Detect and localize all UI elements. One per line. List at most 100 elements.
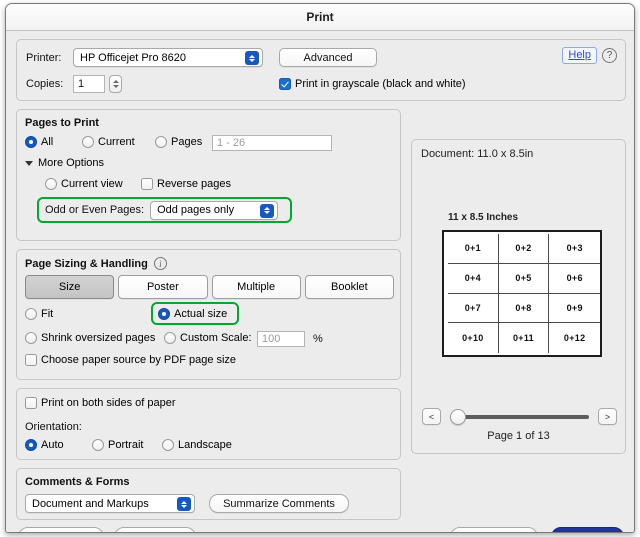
- pages-option-current[interactable]: Current: [82, 136, 135, 148]
- shrink-oversized-radio[interactable]: Shrink oversized pages: [25, 332, 155, 344]
- next-page-button[interactable]: >: [598, 408, 617, 425]
- preview-cell: 0+4: [448, 263, 499, 294]
- segment-booklet-label: Booklet: [331, 281, 368, 293]
- odd-even-highlight: Odd or Even Pages: Odd pages only: [37, 197, 292, 223]
- custom-scale-input[interactable]: 100: [257, 331, 305, 347]
- printer-label: Printer:: [26, 51, 62, 64]
- pages-option-all[interactable]: All: [25, 136, 53, 148]
- page-slider[interactable]: [450, 408, 589, 425]
- actual-size-radio[interactable]: Actual size: [158, 307, 227, 320]
- page-setup-button[interactable]: Page Setup...: [18, 527, 104, 533]
- page-range-placeholder: 1 - 26: [217, 137, 246, 149]
- chevron-updown-icon: [245, 51, 259, 65]
- copies-input-value: 1: [78, 78, 85, 90]
- print-button[interactable]: Print: [551, 527, 624, 532]
- duplex-orientation-group: Print on both sides of paper Orientation…: [16, 388, 401, 460]
- fit-label: Fit: [41, 308, 54, 320]
- more-options-label: More Options: [38, 157, 105, 169]
- paper-source-checkbox[interactable]: Choose paper source by PDF page size: [25, 354, 236, 366]
- custom-scale-radio[interactable]: Custom Scale:: [164, 332, 252, 344]
- help-link[interactable]: Help: [562, 47, 597, 64]
- radio-icon: [164, 332, 176, 344]
- pages-option-current-label: Current: [98, 136, 135, 148]
- more-options-disclosure[interactable]: More Options: [25, 157, 104, 169]
- document-size-label: Document: 11.0 x 8.5in: [421, 148, 534, 160]
- segment-size-label: Size: [58, 281, 81, 293]
- pages-option-pages[interactable]: Pages: [155, 136, 202, 148]
- preview-cell: 0+8: [498, 293, 550, 324]
- segment-multiple[interactable]: Multiple: [211, 275, 301, 299]
- copies-stepper[interactable]: [109, 75, 122, 93]
- dialog-title: Print: [306, 10, 334, 24]
- pages-option-all-label: All: [41, 136, 54, 148]
- copies-label: Copies:: [26, 78, 64, 90]
- orientation-auto-label: Auto: [41, 439, 64, 451]
- reverse-pages-label: Reverse pages: [157, 178, 231, 190]
- previous-page-button[interactable]: <: [422, 408, 441, 425]
- preview-cell: 0+12: [549, 323, 600, 353]
- page-sizing-title: Page Sizing & Handling: [25, 257, 148, 270]
- odd-even-label: Odd or Even Pages:: [45, 204, 145, 216]
- segment-multiple-label: Multiple: [237, 281, 276, 293]
- pages-option-pages-label: Pages: [171, 136, 203, 148]
- advanced-button-label: Advanced: [303, 51, 353, 64]
- percent-label: %: [313, 333, 323, 345]
- actual-size-highlight: Actual size: [151, 302, 239, 325]
- page-setup-label: Page Setup...: [28, 532, 95, 533]
- advanced-button[interactable]: Advanced: [279, 48, 377, 67]
- orientation-portrait[interactable]: Portrait: [92, 439, 143, 451]
- printer-select-value: HP Officejet Pro 8620: [80, 51, 186, 64]
- cancel-button[interactable]: Cancel: [450, 527, 538, 533]
- orientation-auto[interactable]: Auto: [25, 439, 64, 451]
- pages-to-print-group: Pages to Print All Current Pages 1 - 26 …: [16, 109, 401, 241]
- grayscale-checkbox[interactable]: Print in grayscale (black and white): [279, 78, 466, 90]
- radio-selected-icon: [25, 439, 37, 451]
- grayscale-label: Print in grayscale (black and white): [295, 78, 466, 90]
- segment-poster-label: Poster: [146, 281, 179, 293]
- current-view-radio[interactable]: Current view: [45, 178, 123, 190]
- page-sizing-group: Page Sizing & Handling i Size Poster Mul…: [16, 249, 401, 380]
- segment-poster[interactable]: Poster: [118, 275, 208, 299]
- segment-size[interactable]: Size: [25, 275, 115, 299]
- page-slider-knob[interactable]: [450, 408, 466, 425]
- both-sides-label: Print on both sides of paper: [41, 397, 176, 409]
- preview-cell: 0+11: [498, 323, 550, 353]
- chevron-updown-icon: [260, 203, 275, 218]
- summarize-comments-button[interactable]: Summarize Comments: [209, 494, 349, 513]
- printer-settings-group: Printer: HP Officejet Pro 8620 Advanced …: [16, 39, 626, 101]
- radio-icon: [162, 439, 174, 451]
- cancel-button-label: Cancel: [477, 532, 511, 533]
- page-count-label: Page 1 of 13: [487, 430, 550, 442]
- checkbox-icon: [141, 178, 153, 190]
- preview-cell: 0+7: [448, 293, 499, 324]
- preview-cell: 0+1: [448, 234, 499, 264]
- pages-to-print-title: Pages to Print: [25, 117, 99, 129]
- page-range-input[interactable]: 1 - 26: [212, 135, 332, 151]
- question-circle-icon[interactable]: ?: [602, 48, 617, 63]
- triangle-down-icon: [25, 160, 33, 166]
- both-sides-checkbox[interactable]: Print on both sides of paper: [25, 397, 176, 409]
- preview-sheet: 0+1 0+2 0+3 0+4 0+5 0+6 0+7 0+8 0+9 0+10…: [442, 230, 602, 357]
- reverse-pages-checkbox[interactable]: Reverse pages: [141, 178, 231, 190]
- printer-settings-button[interactable]: Printer...: [114, 527, 196, 532]
- radio-icon: [45, 178, 57, 190]
- fit-radio[interactable]: Fit: [25, 308, 53, 320]
- radio-icon: [25, 308, 37, 320]
- page-navigation: < >: [422, 408, 617, 425]
- shrink-label: Shrink oversized pages: [41, 332, 156, 344]
- radio-icon: [25, 332, 37, 344]
- info-circle-icon[interactable]: i: [153, 257, 167, 270]
- orientation-portrait-label: Portrait: [108, 439, 144, 451]
- comments-forms-select[interactable]: Document and Markups: [25, 494, 195, 513]
- copies-input[interactable]: 1: [73, 75, 105, 93]
- radio-selected-icon: [25, 136, 37, 148]
- radio-selected-icon: [158, 307, 170, 320]
- preview-cell: 0+9: [549, 293, 600, 324]
- printer-select[interactable]: HP Officejet Pro 8620: [73, 48, 263, 67]
- custom-scale-label: Custom Scale:: [180, 332, 252, 344]
- odd-even-select[interactable]: Odd pages only: [150, 200, 279, 220]
- radio-icon: [92, 439, 104, 451]
- comments-forms-group: Comments & Forms Document and Markups Su…: [16, 468, 401, 520]
- segment-booklet[interactable]: Booklet: [304, 275, 394, 299]
- orientation-landscape[interactable]: Landscape: [162, 439, 232, 451]
